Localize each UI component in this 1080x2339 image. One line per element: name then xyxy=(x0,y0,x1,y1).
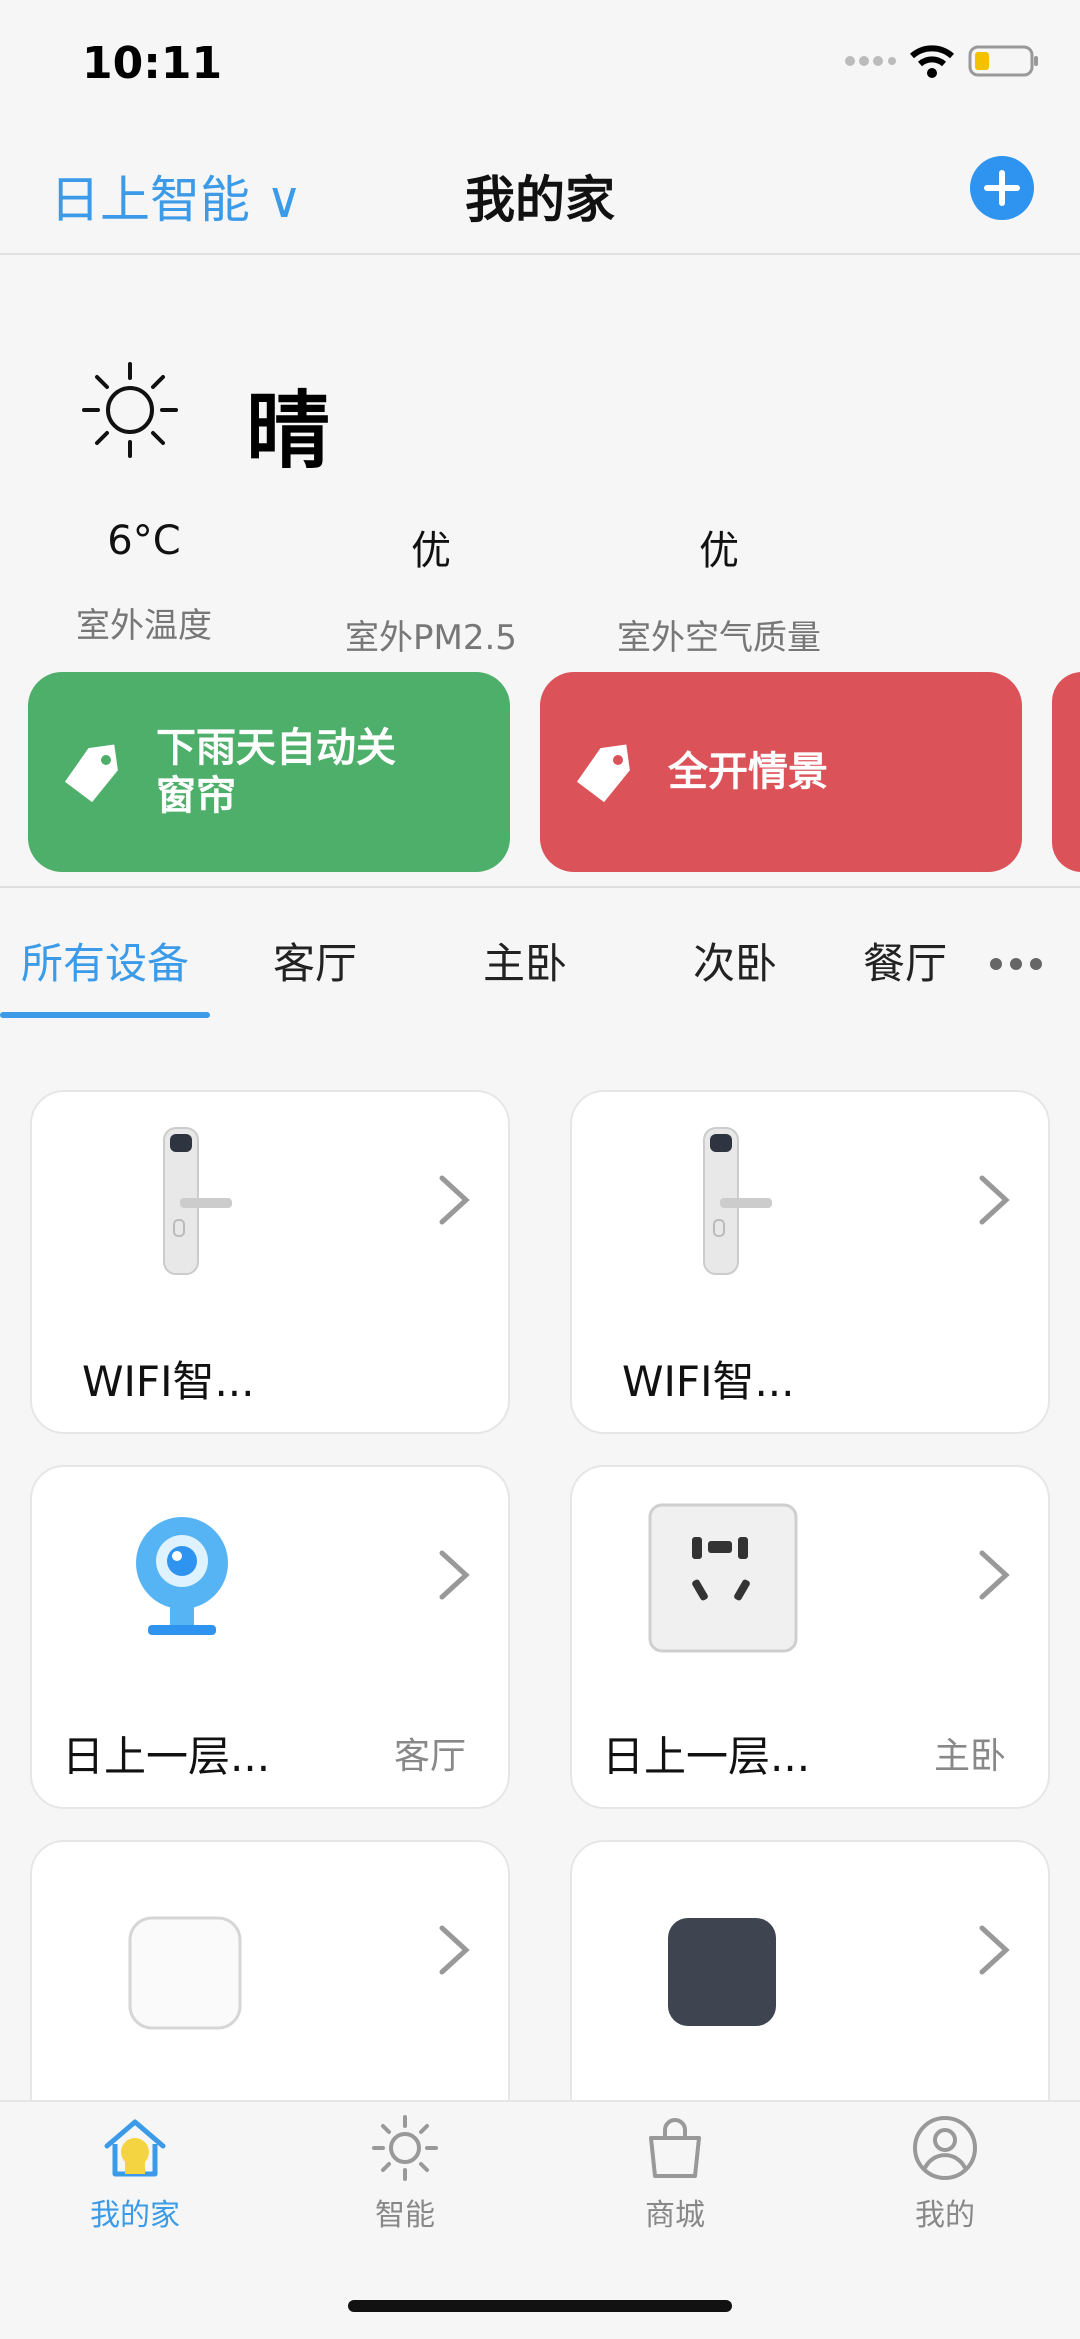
chevron-right-icon xyxy=(439,1175,470,1225)
divider xyxy=(0,886,1080,888)
tab-label: 智能 xyxy=(375,2198,435,2233)
user-icon xyxy=(913,2116,977,2180)
tab-my-home[interactable]: 我的家 xyxy=(0,2102,270,2262)
scene-label: 全开情景 xyxy=(668,749,828,795)
tab-label: 我的 xyxy=(915,2198,975,2233)
tab-underline xyxy=(0,1012,210,1018)
tab-dining-room[interactable]: 餐厅 xyxy=(840,930,970,991)
door-lock-icon xyxy=(703,1127,772,1275)
nav-bar: 日上智能 ∨ 我的家 xyxy=(0,130,1080,255)
tab-second-bedroom[interactable]: 次卧 xyxy=(630,930,840,991)
chevron-right-icon xyxy=(979,1925,1010,1975)
chevron-right-icon xyxy=(439,1550,470,1600)
room-tabs: 所有设备 客厅 主卧 次卧 餐厅 xyxy=(0,900,1080,1020)
device-card[interactable]: 日上一层... 客厅 xyxy=(30,1465,510,1809)
tab-label: 商城 xyxy=(645,2198,705,2233)
tab-mall[interactable]: 商城 xyxy=(540,2102,810,2262)
device-room: 主卧 xyxy=(933,1736,1006,1777)
camera-icon xyxy=(136,1517,228,1635)
tab-profile[interactable]: 我的 xyxy=(810,2102,1080,2262)
more-icon[interactable] xyxy=(990,954,1050,974)
door-lock-icon xyxy=(163,1127,232,1275)
tab-master-bedroom[interactable]: 主卧 xyxy=(420,930,630,991)
device-room: 客厅 xyxy=(393,1736,466,1777)
dark-hub-icon xyxy=(668,1918,776,2026)
wifi-icon xyxy=(910,45,954,78)
metric-value: 6°C xyxy=(107,518,181,564)
status-icons xyxy=(844,44,1040,78)
metric-value: 优 xyxy=(411,528,451,574)
device-name: 日上一层... xyxy=(62,1732,271,1781)
device-name: 日上一层... xyxy=(602,1732,811,1781)
scene-card-all-on[interactable]: 全开情景 xyxy=(540,672,1022,872)
metric-label: 室外空气质量 xyxy=(617,618,821,658)
battery-icon xyxy=(968,45,1038,77)
scene-card-rain-curtain[interactable]: 下雨天自动关窗帘 xyxy=(28,672,510,872)
signal-icon xyxy=(845,56,896,66)
white-hub-icon xyxy=(128,1916,242,2030)
shopping-bag-icon xyxy=(649,2118,701,2178)
tab-smart[interactable]: 智能 xyxy=(270,2102,540,2262)
home-icon xyxy=(104,2119,166,2177)
sun-icon xyxy=(82,362,178,458)
metric-value: 优 xyxy=(699,528,739,574)
chevron-right-icon xyxy=(979,1175,1010,1225)
device-card[interactable]: WIFI智... xyxy=(30,1090,510,1434)
tag-icon xyxy=(64,744,118,803)
scene-label: 下雨天自动关窗帘 xyxy=(156,725,396,819)
metric-air-quality: 优 室外空气质量 xyxy=(589,518,849,659)
device-card[interactable]: WIFI智... xyxy=(570,1090,1050,1434)
socket-icon xyxy=(648,1503,798,1653)
tag-icon xyxy=(576,744,630,803)
status-time: 10:11 xyxy=(82,38,223,89)
metric-pm25: 优 室外PM2.5 xyxy=(301,518,561,659)
metric-temperature: 6°C 室外温度 xyxy=(14,518,274,647)
tab-living-room[interactable]: 客厅 xyxy=(210,930,420,991)
page-title: 我的家 xyxy=(465,171,615,229)
sun-icon xyxy=(372,2115,438,2181)
device-card[interactable]: 日上一层... 主卧 xyxy=(570,1465,1050,1809)
tab-label: 我的家 xyxy=(90,2198,180,2233)
device-name: WIFI智... xyxy=(622,1357,795,1406)
chevron-right-icon xyxy=(979,1550,1010,1600)
device-name: WIFI智... xyxy=(82,1357,255,1406)
add-button[interactable] xyxy=(970,156,1034,220)
chevron-right-icon xyxy=(439,1925,470,1975)
home-indicator xyxy=(348,2300,732,2312)
status-bar: 10:11 xyxy=(0,0,1080,130)
tab-all-devices[interactable]: 所有设备 xyxy=(0,930,210,991)
metric-label: 室外PM2.5 xyxy=(345,618,517,658)
weather-condition: 晴 xyxy=(246,382,331,480)
weather-panel: 晴 6°C 室外温度 优 室外PM2.5 优 室外空气质量 xyxy=(0,256,1080,659)
metric-label: 室外温度 xyxy=(76,606,212,646)
scene-card-partial[interactable] xyxy=(1052,672,1080,872)
